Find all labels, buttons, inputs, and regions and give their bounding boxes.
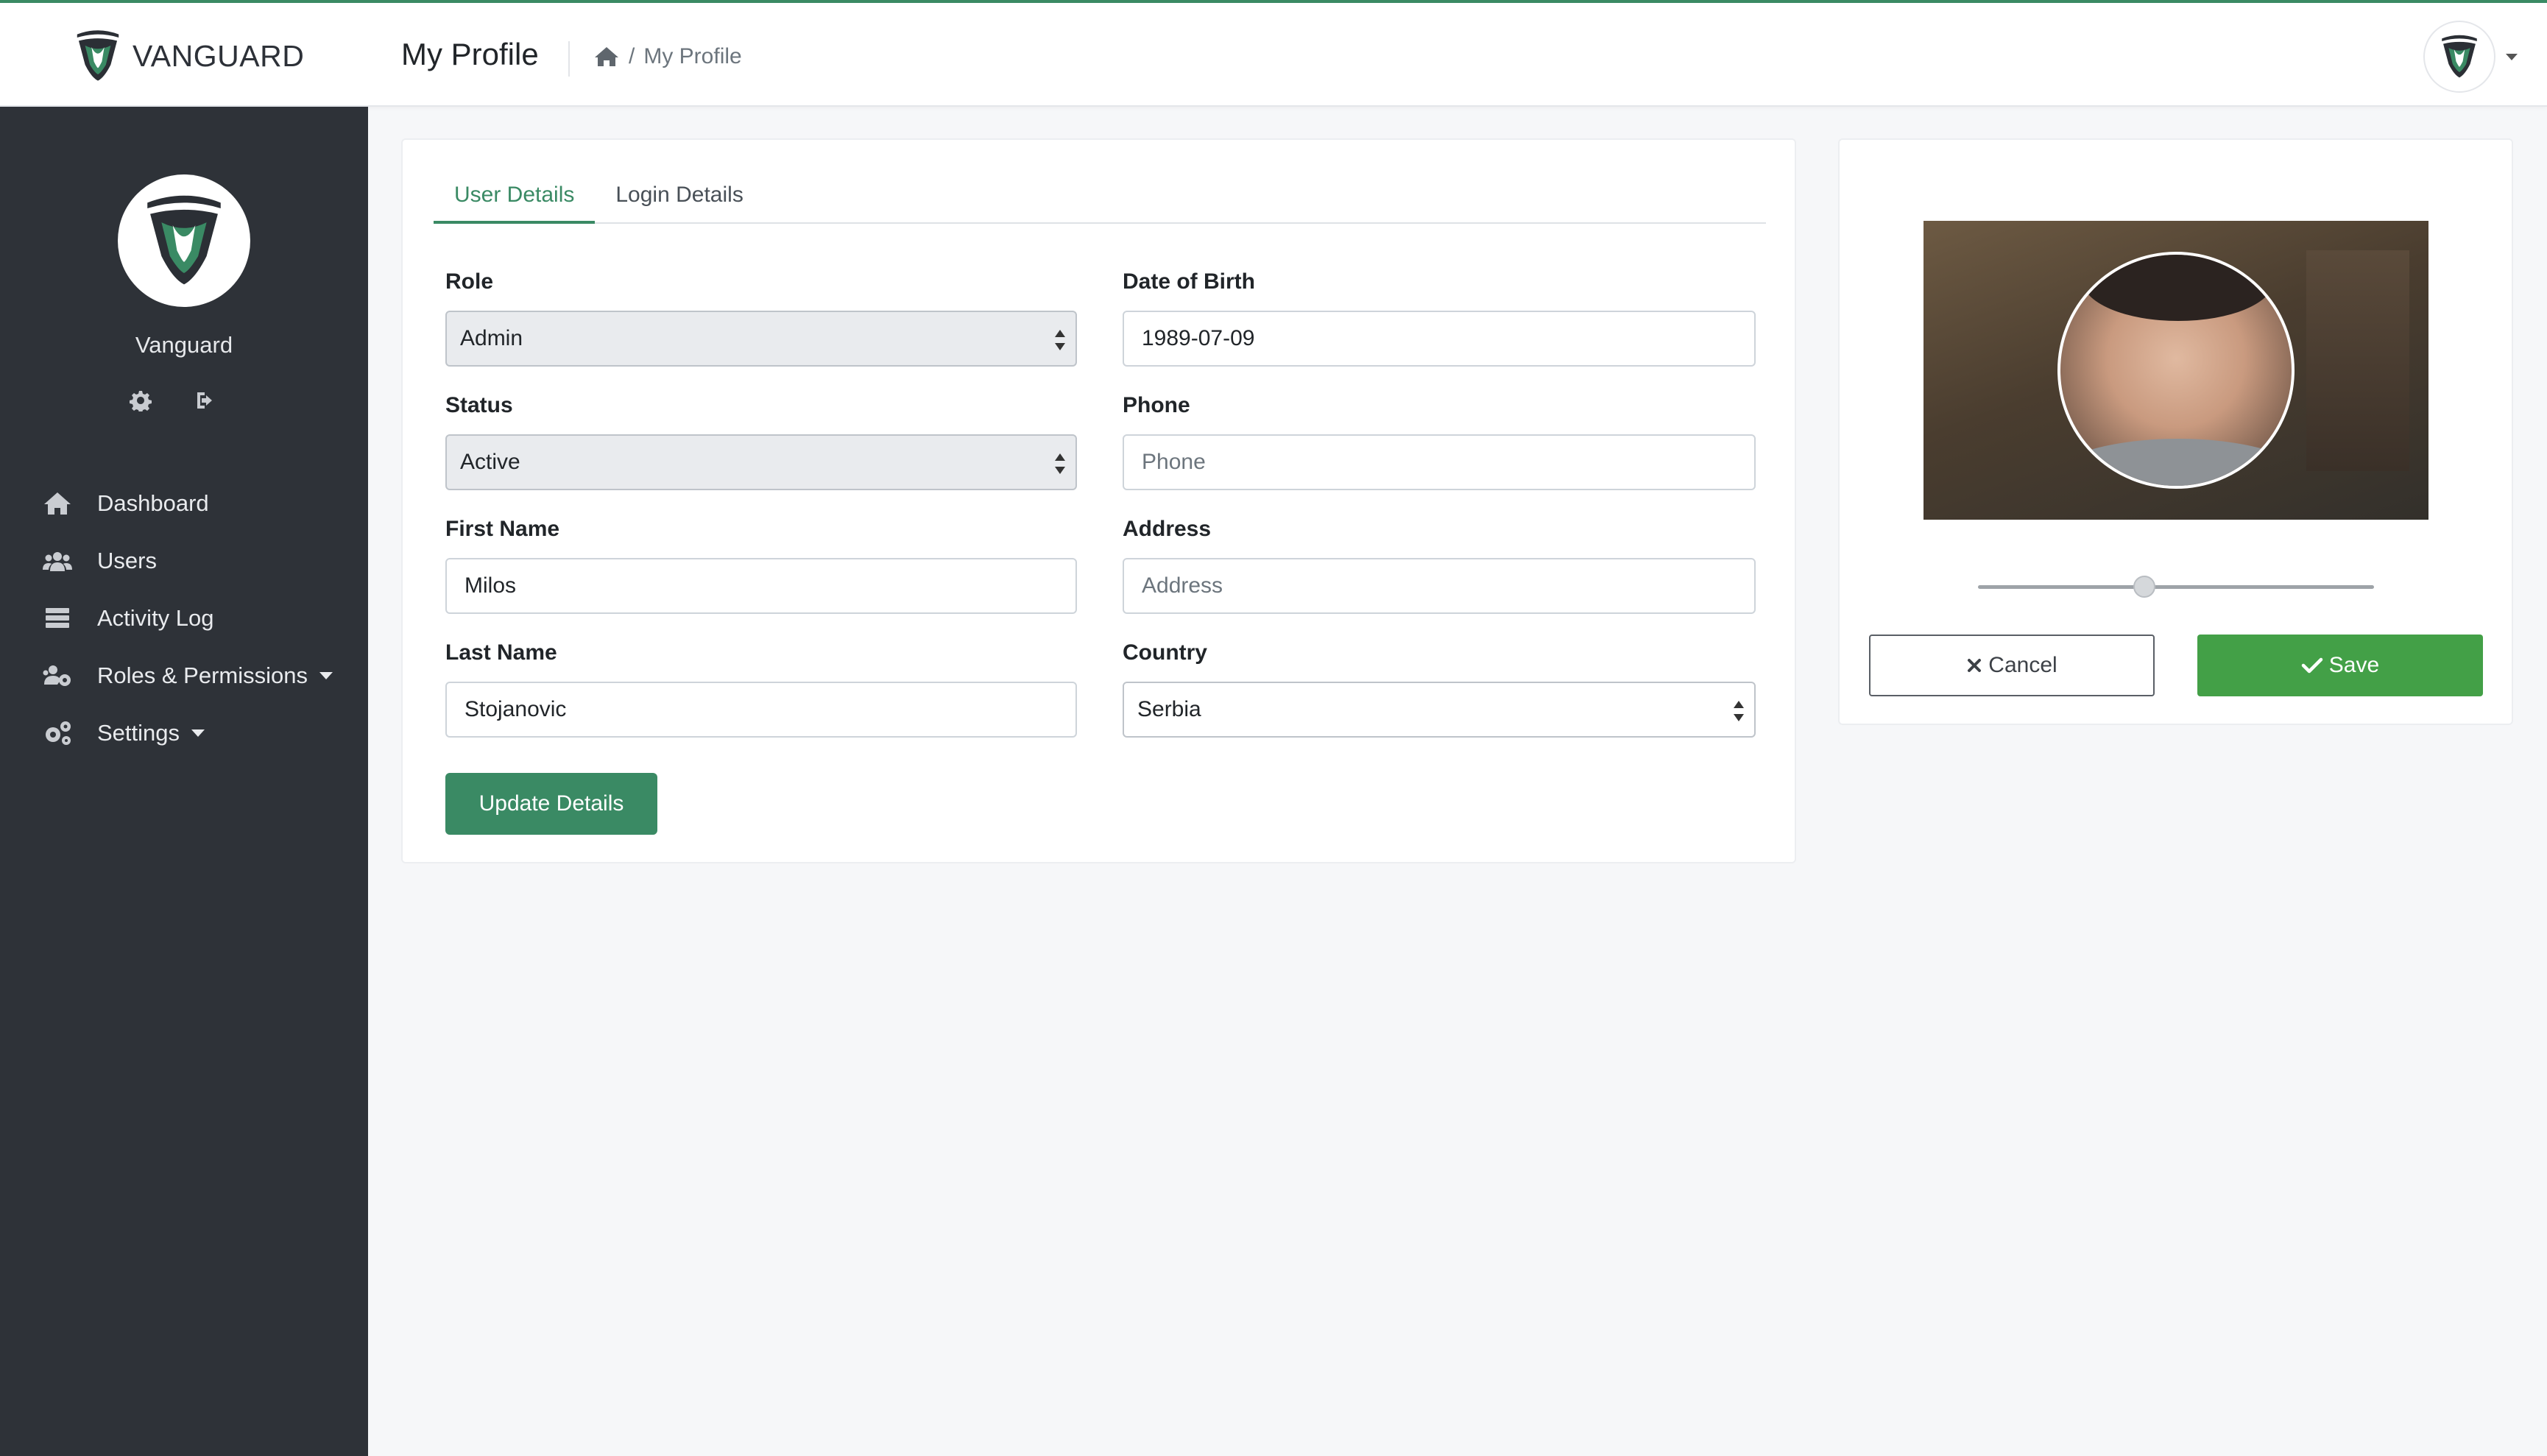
logout-icon[interactable] (194, 389, 216, 411)
address-label: Address (1123, 517, 1212, 541)
dob-field[interactable]: 1989-07-09 (1123, 311, 1756, 367)
top-navbar: VANGUARD My Profile / My Profile (0, 0, 2547, 107)
dob-label: Date of Birth (1123, 269, 1255, 294)
server-icon (46, 608, 69, 628)
sidebar-item-label: Users (97, 548, 157, 573)
country-select[interactable]: Serbia (1123, 682, 1756, 738)
tab-user-details[interactable]: User Details (434, 178, 596, 224)
sidebar-item-dashboard[interactable]: Dashboard (0, 475, 368, 532)
zoom-slider-track[interactable] (1978, 585, 2374, 589)
shield-logo-icon (147, 195, 221, 285)
save-button[interactable]: Save (2197, 635, 2483, 696)
check-icon (2301, 657, 2323, 674)
address-placeholder: Address (1142, 573, 1223, 598)
sidebar-item-label: Roles & Permissions (97, 662, 308, 688)
user-avatar[interactable] (2423, 21, 2495, 93)
select-arrows-icon (1055, 328, 1065, 352)
avatar-crop-area[interactable] (1924, 221, 2428, 520)
last-name-label: Last Name (445, 640, 557, 665)
last-name-field[interactable]: Stojanovic (445, 682, 1077, 738)
phone-field[interactable]: Phone (1123, 434, 1756, 490)
country-value: Serbia (1137, 697, 1201, 721)
cancel-label: Cancel (1988, 653, 2057, 677)
shield-logo-icon (2442, 35, 2477, 78)
status-value: Active (460, 450, 520, 474)
photo-shirt (2060, 439, 2292, 486)
status-select[interactable]: Active (445, 434, 1077, 490)
page-title: My Profile (401, 37, 539, 71)
brand-name: VANGUARD (133, 38, 305, 73)
brand-logo[interactable]: VANGUARD (74, 26, 304, 85)
first-name-value: Milos (464, 573, 517, 598)
role-value: Admin (460, 326, 523, 350)
sidebar-item-users[interactable]: Users (0, 532, 368, 590)
user-details-card: User Details Login Details Role Admin St… (401, 138, 1796, 863)
first-name-label: First Name (445, 517, 560, 541)
avatar-editor-card: Cancel Save (1838, 138, 2513, 725)
title-divider (568, 41, 570, 77)
country-label: Country (1123, 640, 1207, 665)
sidebar-item-label: Activity Log (97, 605, 214, 631)
phone-placeholder: Phone (1142, 450, 1206, 474)
zoom-slider[interactable] (1978, 576, 2374, 598)
users-cog-icon (43, 665, 71, 686)
sidebar-item-label: Dashboard (97, 490, 209, 516)
zoom-slider-handle[interactable] (2133, 576, 2155, 598)
sidebar: Vanguard Dashboard Users Activity Log Ro… (0, 107, 368, 1456)
avatar[interactable] (118, 174, 250, 307)
background-shade (2306, 250, 2409, 471)
dob-value: 1989-07-09 (1142, 326, 1255, 350)
sidebar-item-label: Settings (97, 720, 180, 746)
save-label: Save (2328, 653, 2380, 677)
sidebar-user-name: Vanguard (135, 332, 233, 358)
users-icon (43, 552, 72, 571)
user-menu[interactable] (2423, 21, 2518, 93)
select-arrows-icon (1734, 699, 1744, 723)
chevron-down-icon[interactable] (2506, 53, 2518, 60)
sidebar-item-activity-log[interactable]: Activity Log (0, 590, 368, 647)
sidebar-nav: Dashboard Users Activity Log Roles & Per… (0, 475, 368, 762)
cancel-button[interactable]: Cancel (1869, 635, 2155, 696)
tab-login-details[interactable]: Login Details (595, 178, 763, 224)
sidebar-item-settings[interactable]: Settings (0, 704, 368, 762)
role-label: Role (445, 269, 494, 294)
first-name-field[interactable]: Milos (445, 558, 1077, 614)
breadcrumb-separator: / (629, 44, 635, 68)
chevron-down-icon (319, 672, 333, 679)
photo-hair (2083, 255, 2274, 321)
breadcrumb-current: My Profile (643, 44, 742, 68)
profile-tabs: User Details Login Details (434, 178, 1766, 224)
shield-logo-icon (77, 30, 119, 81)
phone-label: Phone (1123, 393, 1190, 417)
home-icon[interactable] (593, 46, 620, 68)
close-icon (1968, 659, 1982, 672)
avatar-crop-circle[interactable] (2057, 252, 2295, 489)
breadcrumb: / My Profile (593, 44, 742, 69)
status-label: Status (445, 393, 513, 417)
gear-icon[interactable] (130, 389, 152, 411)
gears-icon (46, 721, 71, 745)
sidebar-user-actions (130, 389, 216, 411)
update-details-button[interactable]: Update Details (445, 773, 657, 835)
home-icon (44, 492, 71, 515)
role-select[interactable]: Admin (445, 311, 1077, 367)
last-name-value: Stojanovic (464, 697, 567, 721)
address-field[interactable]: Address (1123, 558, 1756, 614)
sidebar-item-roles-permissions[interactable]: Roles & Permissions (0, 647, 368, 704)
chevron-down-icon (191, 729, 205, 737)
select-arrows-icon (1055, 452, 1065, 476)
